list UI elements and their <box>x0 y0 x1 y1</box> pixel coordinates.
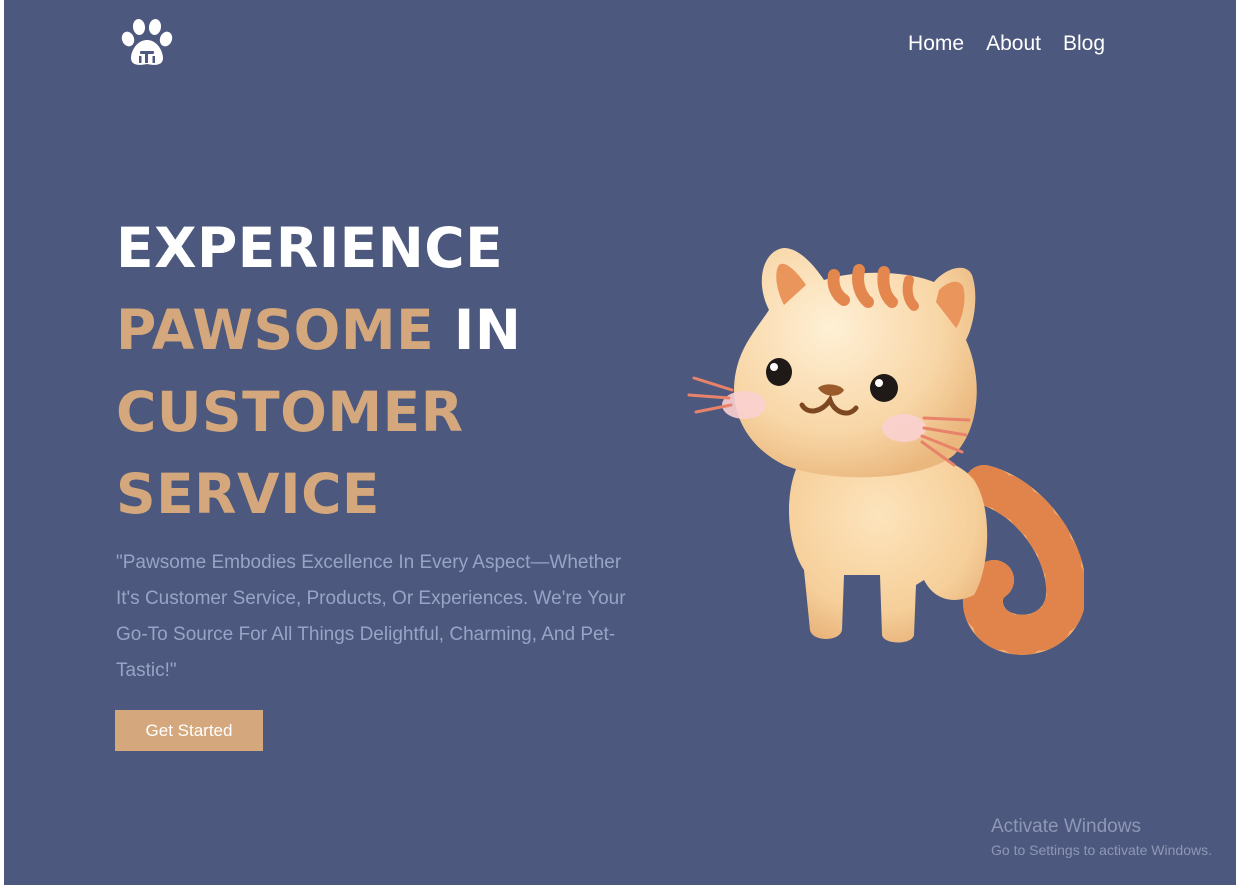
headline-line-1: EXPERIENCE <box>116 216 504 280</box>
nav-link-blog[interactable]: Blog <box>1063 30 1105 58</box>
main-nav: Home About Blog <box>908 30 1105 58</box>
windows-activation-watermark: Activate Windows Go to Settings to activ… <box>991 815 1212 861</box>
headline-line-4: SERVICE <box>116 462 380 526</box>
headline-line-2-rest: IN <box>434 298 522 362</box>
nav-link-about[interactable]: About <box>986 30 1041 58</box>
paw-icon[interactable] <box>118 18 176 68</box>
landing-page: Home About Blog EXPERIENCE PAWSOME IN CU… <box>4 0 1236 885</box>
hero-headline: EXPERIENCE PAWSOME IN CUSTOMER SERVICE <box>116 207 521 535</box>
watermark-title: Activate Windows <box>991 816 1141 837</box>
headline-accent-pawsome: PAWSOME <box>116 298 435 362</box>
cat-illustration <box>687 248 1084 655</box>
watermark-subtitle: Go to Settings to activate Windows. <box>991 842 1212 858</box>
headline-line-3: CUSTOMER <box>116 380 464 444</box>
get-started-button[interactable]: Get Started <box>115 710 263 751</box>
nav-link-home[interactable]: Home <box>908 30 964 58</box>
hero-description: "Pawsome Embodies Excellence In Every As… <box>116 552 626 681</box>
